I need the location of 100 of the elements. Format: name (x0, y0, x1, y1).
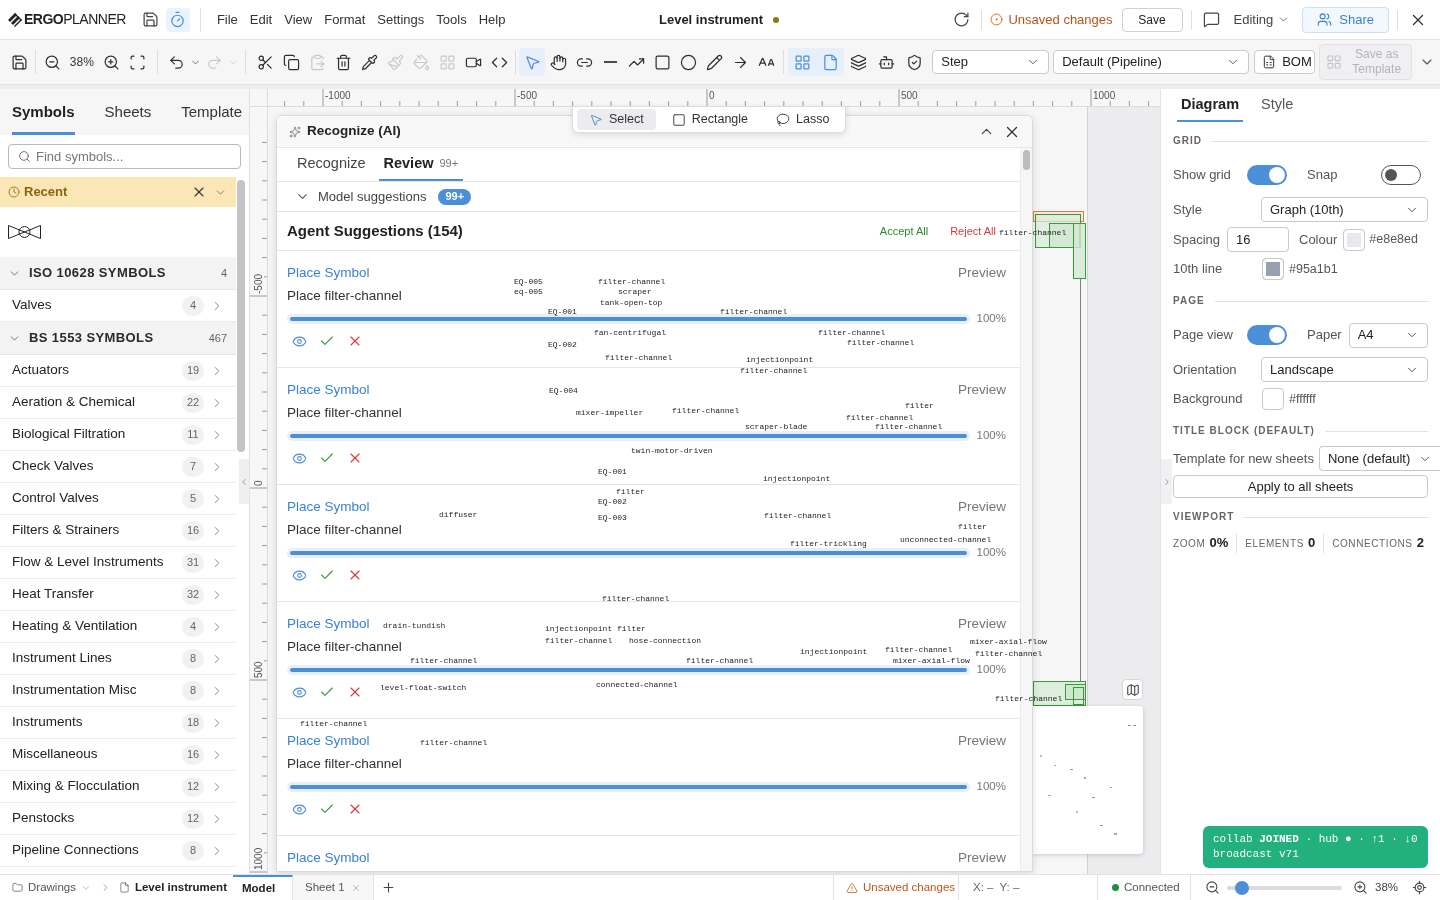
panel-tab[interactable]: Recognize (292, 148, 371, 181)
preview-link[interactable]: Preview (958, 379, 1006, 401)
preview-link[interactable]: Preview (958, 613, 1006, 635)
scrollbar-thumb[interactable] (1023, 150, 1030, 170)
reject-all-link[interactable]: Reject All (950, 222, 996, 240)
selection-mode-button[interactable]: Rectangle (659, 109, 761, 130)
dropdown[interactable]: Graph (10th) (1261, 197, 1428, 222)
toggle-switch[interactable] (1247, 165, 1287, 185)
symbol-count: 16 (182, 520, 204, 541)
menu-item[interactable]: Tools (430, 9, 473, 30)
accept-all-link[interactable]: Accept All (879, 222, 929, 240)
colour-swatch[interactable] (1262, 258, 1284, 280)
ruler-label: -1000 (325, 90, 352, 101)
preview-link[interactable]: Preview (958, 262, 1006, 284)
colour-swatch[interactable] (1343, 228, 1366, 251)
preview-link[interactable]: Preview (958, 730, 1006, 752)
preview-link[interactable]: Preview (958, 847, 1006, 869)
ruler-label: 1000 (253, 846, 264, 870)
canvas-label: fan-centrifugal (594, 328, 666, 337)
confidence-reading: 100% (976, 428, 1006, 444)
cursor-y: Y: – (999, 879, 1020, 895)
field-label: Template for new sheets (1173, 449, 1314, 468)
group-header[interactable]: ISO 10628 SYMBOLS 4 (0, 257, 236, 290)
dropdown[interactable]: A4 (1348, 322, 1428, 348)
valve-symbol-icon[interactable] (8, 224, 41, 240)
sheet-tab[interactable]: Model (233, 875, 293, 900)
breadcrumb-link[interactable]: Drawings (28, 878, 76, 897)
canvas-label: filter-channel (410, 656, 478, 665)
menu-item[interactable]: File (210, 9, 244, 30)
bom-button[interactable]: BOM (1254, 50, 1316, 74)
canvas-label: filter-channel (598, 277, 666, 286)
collapse-handle[interactable] (239, 459, 249, 504)
stat-label: ZOOM (1173, 537, 1206, 552)
category-label: Check Valves (12, 457, 94, 476)
ruler-label: 1000 (1093, 90, 1117, 101)
plus-icon (381, 880, 397, 895)
confidence-reading: 100% (976, 311, 1006, 327)
canvas-label: diffuser (439, 510, 478, 519)
canvas-label: filter-channel (975, 649, 1043, 658)
canvas-label: filter-channel (885, 645, 953, 654)
preview-link[interactable]: Preview (958, 496, 1006, 518)
zoom-slider[interactable] (1227, 880, 1342, 895)
menu-item[interactable]: Help (472, 9, 512, 30)
eye-icon (291, 801, 307, 817)
category-label: Instrument Lines (12, 649, 112, 668)
toggle-switch[interactable] (1247, 325, 1287, 345)
zoom-in-button[interactable] (1351, 878, 1369, 897)
square-icon (671, 112, 686, 127)
panel-tab[interactable]: Diagram (1177, 89, 1244, 122)
map-button[interactable] (1122, 679, 1143, 700)
menu-item[interactable]: Edit (243, 9, 279, 30)
zoom-level: 38% (68, 54, 95, 71)
dropdown[interactable]: None (default) (1318, 446, 1440, 471)
save-icon (142, 11, 160, 28)
suggestion-title: Place Symbol (287, 848, 370, 867)
fit-frame-icon (129, 53, 147, 71)
menu-item[interactable]: View (278, 9, 319, 30)
apply-all-button[interactable]: Apply to all sheets (1173, 475, 1428, 498)
selection-mode-button[interactable]: Select (577, 109, 656, 130)
panel-tab[interactable]: Review 99+ (378, 148, 464, 181)
selection-mode-button[interactable]: Lasso (764, 109, 842, 130)
spacing-field[interactable]: 16 (1227, 227, 1289, 252)
logo-text: ERGOPLANNER (24, 10, 126, 29)
share-button[interactable]: Share (1302, 6, 1389, 33)
unsaved-status-icon (990, 13, 1004, 26)
suggestion-title: Place Symbol (287, 497, 370, 516)
preset-dropdown[interactable]: Default (Pipeline) (1053, 50, 1250, 74)
robot-icon (877, 53, 895, 71)
search-field[interactable]: Find symbols... (8, 143, 241, 169)
canvas-label: filter (616, 487, 645, 496)
sidebar-tab[interactable]: Sheets (104, 89, 152, 135)
canvas-label: EQ-001 (598, 467, 627, 476)
sidebar-tab[interactable]: Template (181, 89, 243, 135)
group-header[interactable]: BS 1553 SYMBOLS 467 (0, 322, 236, 355)
toggle-switch[interactable] (1381, 165, 1421, 185)
sidebar-tab[interactable]: Symbols (12, 89, 75, 135)
collapse-handle[interactable] (1161, 459, 1172, 504)
model-suggestions-toggle[interactable]: Model suggestions (295, 186, 427, 207)
save-button[interactable]: Save (1121, 7, 1183, 32)
step-dropdown[interactable]: Step (932, 50, 1050, 74)
slider-thumb[interactable] (1234, 880, 1249, 895)
canvas-label: unconnected-channel (900, 535, 992, 544)
dropdown[interactable]: Landscape (1261, 357, 1428, 382)
locate-button[interactable] (1410, 878, 1428, 897)
canvas-label: scraper (618, 287, 652, 296)
save-icon (10, 53, 28, 71)
zoom-out-button[interactable] (1203, 878, 1221, 897)
editing-mode-dropdown[interactable]: Editing (1233, 9, 1291, 30)
category-label: Actuators (12, 361, 70, 380)
colour-swatch[interactable] (1262, 388, 1284, 410)
recent-header[interactable]: Recent (0, 177, 236, 207)
scrollbar-thumb[interactable] (237, 180, 245, 452)
menu-item[interactable]: Settings (371, 9, 431, 30)
colour-value: #ffffff (1289, 390, 1316, 408)
sheet-tab[interactable]: Sheet 1 (293, 875, 374, 900)
panel-tab[interactable]: Style (1257, 89, 1298, 122)
panel-title: Recognize (AI) (307, 122, 401, 141)
symbol-count: 7 (182, 456, 204, 477)
breadcrumb-link[interactable]: Level instrument (134, 878, 227, 897)
menu-item[interactable]: Format (318, 9, 372, 30)
